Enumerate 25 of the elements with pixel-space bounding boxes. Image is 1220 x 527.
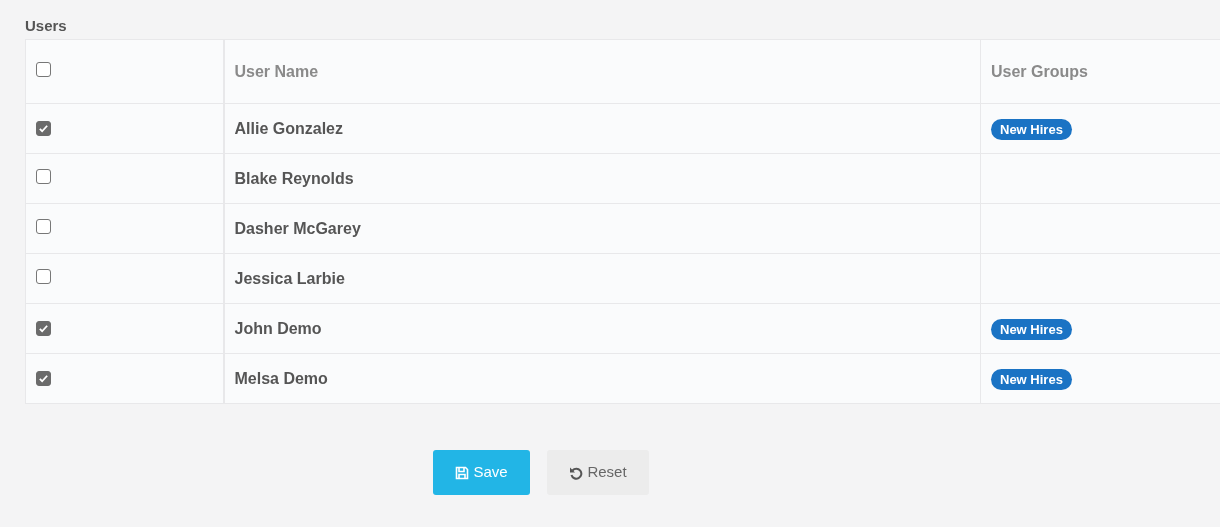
column-header: User Name — [234, 62, 319, 80]
check-icon — [38, 122, 49, 134]
checkbox[interactable] — [36, 268, 51, 284]
checkbox[interactable] — [36, 370, 51, 386]
checkbox[interactable] — [36, 61, 51, 77]
check-icon — [38, 322, 49, 334]
save-icon — [455, 465, 470, 480]
checkbox[interactable] — [36, 320, 51, 336]
checkbox[interactable] — [36, 218, 51, 234]
user-name: Blake Reynolds — [234, 169, 354, 187]
undo-icon — [569, 465, 584, 480]
user-name: John Demo — [234, 319, 322, 337]
group-tag: New Hires — [991, 318, 1072, 340]
section-title: Users — [25, 16, 68, 36]
user-name: Melsa Demo — [234, 369, 328, 387]
user-name: Allie Gonzalez — [234, 119, 343, 137]
checkbox[interactable] — [36, 120, 51, 136]
column-header: User Groups — [991, 62, 1088, 80]
user-name: Jessica Larbie — [234, 269, 345, 287]
reset-button[interactable]: Reset — [547, 450, 649, 495]
group-tag: New Hires — [991, 368, 1072, 390]
checkbox[interactable] — [36, 168, 51, 184]
group-tag: New Hires — [991, 118, 1072, 140]
user-name: Dasher McGarey — [234, 219, 361, 237]
check-icon — [38, 372, 49, 384]
